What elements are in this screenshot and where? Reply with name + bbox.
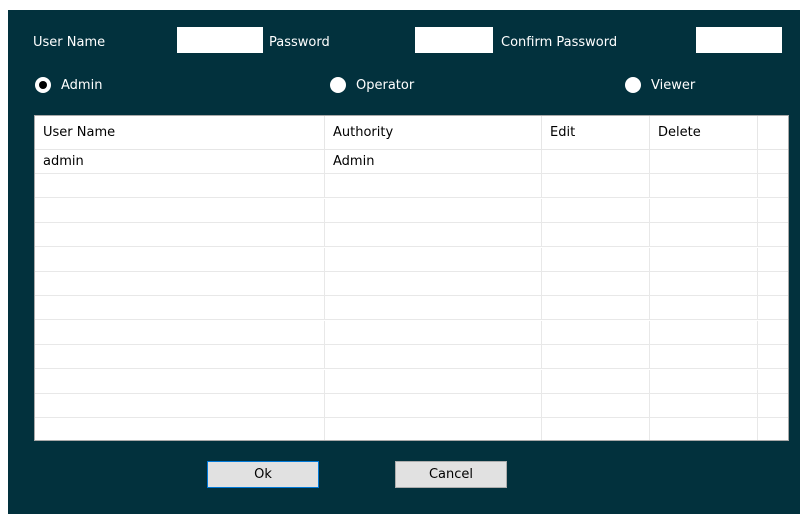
radio-admin[interactable]: Admin (35, 77, 102, 93)
table-cell-empty (650, 296, 758, 321)
table-cell-empty (35, 369, 325, 394)
column-header-delete[interactable]: Delete (650, 116, 758, 150)
table-cell-empty (325, 223, 542, 248)
table-cell-empty (35, 345, 325, 370)
radio-viewer[interactable]: Viewer (625, 77, 695, 93)
table-cell-empty (542, 223, 650, 248)
cell-delete[interactable] (650, 150, 758, 174)
table-row-empty[interactable] (35, 369, 788, 394)
table-row-empty[interactable] (35, 223, 788, 248)
cell-authority: Admin (325, 150, 542, 174)
table-row-empty[interactable] (35, 198, 788, 223)
table-cell-empty (325, 394, 542, 418)
users-table[interactable]: User Name Authority Edit Delete admin Ad… (34, 115, 789, 441)
password-label: Password (269, 35, 330, 50)
table-cell-empty (325, 345, 542, 370)
column-header-authority[interactable]: Authority (325, 116, 542, 150)
table-cell-empty (650, 174, 758, 199)
radio-admin-indicator[interactable] (35, 77, 51, 93)
table-cell-empty (542, 198, 650, 223)
table-cell-empty (325, 174, 542, 199)
table-cell-empty (542, 296, 650, 321)
table-cell-empty (650, 320, 758, 345)
table-cell-empty (35, 296, 325, 321)
table-cell-empty (325, 296, 542, 321)
table-cell-empty (650, 394, 758, 418)
table-cell-empty (35, 198, 325, 223)
table-cell-empty (542, 247, 650, 272)
table-cell-empty (650, 272, 758, 296)
confirm-password-input[interactable] (696, 27, 782, 53)
table-cell-empty (542, 369, 650, 394)
cell-edit[interactable] (542, 150, 650, 174)
table-cell-empty (650, 369, 758, 394)
confirm-password-label: Confirm Password (501, 35, 618, 50)
table-row-empty[interactable] (35, 320, 788, 345)
table-cell-empty (35, 272, 325, 296)
table-cell-empty (542, 320, 650, 345)
table-cell-empty (650, 223, 758, 248)
radio-viewer-indicator[interactable] (625, 77, 641, 93)
radio-operator-label: Operator (356, 77, 415, 93)
password-input[interactable] (415, 27, 493, 53)
table-row-empty[interactable] (35, 345, 788, 370)
table-header: User Name Authority Edit Delete (35, 116, 788, 150)
table-cell-empty (650, 418, 758, 440)
cancel-button[interactable]: Cancel (395, 461, 507, 488)
table-row-empty[interactable] (35, 296, 788, 321)
table-cell-empty (542, 394, 650, 418)
radio-admin-label: Admin (61, 77, 103, 93)
table-cell-empty (542, 272, 650, 296)
table-cell-empty (325, 369, 542, 394)
table-cell-empty (542, 174, 650, 199)
table-cell-empty (325, 198, 542, 223)
table-cell-empty (650, 345, 758, 370)
table-row-empty[interactable] (35, 418, 788, 440)
table-cell-empty (325, 247, 542, 272)
radio-operator[interactable]: Operator (330, 77, 414, 93)
table-cell-empty (35, 223, 325, 248)
cell-username: admin (35, 150, 325, 174)
table-cell-empty (650, 198, 758, 223)
table-row-empty[interactable] (35, 247, 788, 272)
table-cell-empty (35, 174, 325, 199)
radio-operator-indicator[interactable] (330, 77, 346, 93)
table-cell-empty (325, 272, 542, 296)
table-cell-empty (35, 394, 325, 418)
table-cell-empty (542, 345, 650, 370)
table-row-empty[interactable] (35, 272, 788, 296)
table-cell-empty (35, 247, 325, 272)
table-cell-empty (325, 418, 542, 440)
column-header-username[interactable]: User Name (35, 116, 325, 150)
table-cell-empty (35, 418, 325, 440)
table-cell-empty (650, 247, 758, 272)
table-row-empty[interactable] (35, 394, 788, 418)
username-label: User Name (33, 35, 106, 50)
column-header-edit[interactable]: Edit (542, 116, 650, 150)
table-row-empty[interactable] (35, 174, 788, 199)
radio-viewer-label: Viewer (651, 77, 696, 93)
table-cell-empty (325, 320, 542, 345)
user-management-dialog: User Name Password Confirm Password Admi… (8, 10, 800, 514)
table-row[interactable]: admin Admin (35, 150, 788, 174)
table-cell-empty (35, 320, 325, 345)
username-input[interactable] (177, 27, 263, 53)
ok-button[interactable]: Ok (207, 461, 319, 488)
table-cell-empty (542, 418, 650, 440)
